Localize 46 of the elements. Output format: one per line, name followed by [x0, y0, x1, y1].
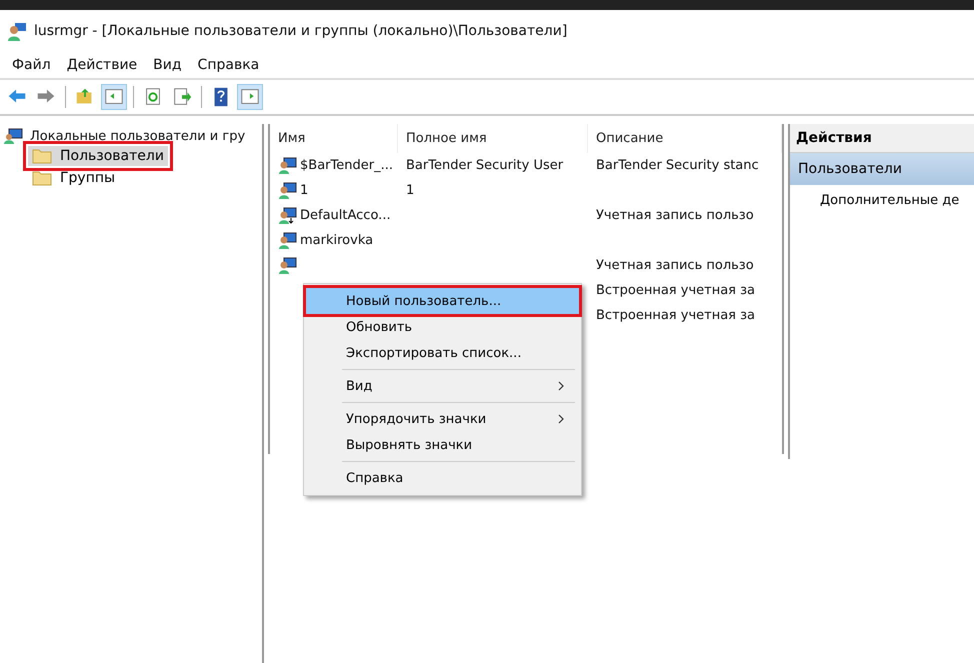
tree-item[interactable]: Группы [28, 168, 120, 188]
tree-item[interactable]: Локальные пользователи и гру [30, 128, 246, 144]
menu-item[interactable]: Действие [60, 54, 144, 76]
actions-section[interactable]: Пользователи [790, 153, 974, 185]
computer-users-icon [4, 128, 24, 144]
user-download-icon [278, 206, 298, 224]
menu-item[interactable]: Экспортировать список... [306, 340, 579, 366]
user-icon [278, 232, 298, 250]
table-cell-text: Встроенная учетная за [596, 282, 756, 300]
menu-item[interactable]: Выровнять значки [306, 432, 579, 458]
chevron-icon [558, 414, 565, 424]
column-header[interactable]: Описание [588, 124, 782, 153]
menu-item[interactable]: Упорядочить значки [306, 406, 579, 432]
user-icon [278, 182, 298, 200]
toolbar-button[interactable] [237, 84, 263, 110]
table-cell-text: $BarTender_... [300, 157, 393, 175]
chevron-icon [558, 381, 565, 391]
user-icon [278, 256, 298, 274]
menu-item[interactable]: Справка [192, 54, 266, 76]
folder-icon [32, 170, 52, 186]
users-icon [8, 21, 28, 41]
table-cell-text: markirovka [300, 232, 374, 250]
menu-item[interactable]: Новый пользователь... [306, 288, 579, 314]
table-cell-text: DefaultAcco... [300, 207, 391, 225]
export-icon [171, 86, 193, 108]
folder-icon [32, 148, 52, 164]
column-header[interactable]: Имя [270, 124, 398, 153]
menu-item[interactable]: Вид [147, 54, 188, 76]
table-cell-text: 1 [406, 182, 414, 200]
menu-item[interactable]: Файл [6, 54, 57, 76]
menu-item[interactable]: Вид [306, 373, 579, 399]
table-cell-text: Учетная запись пользо [596, 207, 754, 225]
table-cell-text: 1 [300, 182, 308, 200]
menu-item[interactable]: Справка [306, 465, 579, 491]
action-link[interactable]: Дополнительные де [790, 185, 974, 208]
table-cell-text: BarTender Security User [406, 157, 564, 175]
user-icon [278, 156, 298, 174]
table-cell-text: BarTender Security stanc [596, 157, 759, 175]
window-title: lusrmgr - [Локальные пользователи и группы (локально)\Пользователи] [34, 23, 568, 39]
column-header[interactable]: Полное имя [398, 124, 588, 153]
tree-item[interactable]: Пользователи [28, 146, 168, 166]
menu-item[interactable]: Обновить [306, 314, 579, 340]
table-cell-text: Встроенная учетная за [596, 307, 756, 325]
table-cell-text: Учетная запись пользо [596, 257, 754, 275]
actions-header: Действия [790, 124, 974, 153]
toolbar-button[interactable] [101, 84, 127, 110]
